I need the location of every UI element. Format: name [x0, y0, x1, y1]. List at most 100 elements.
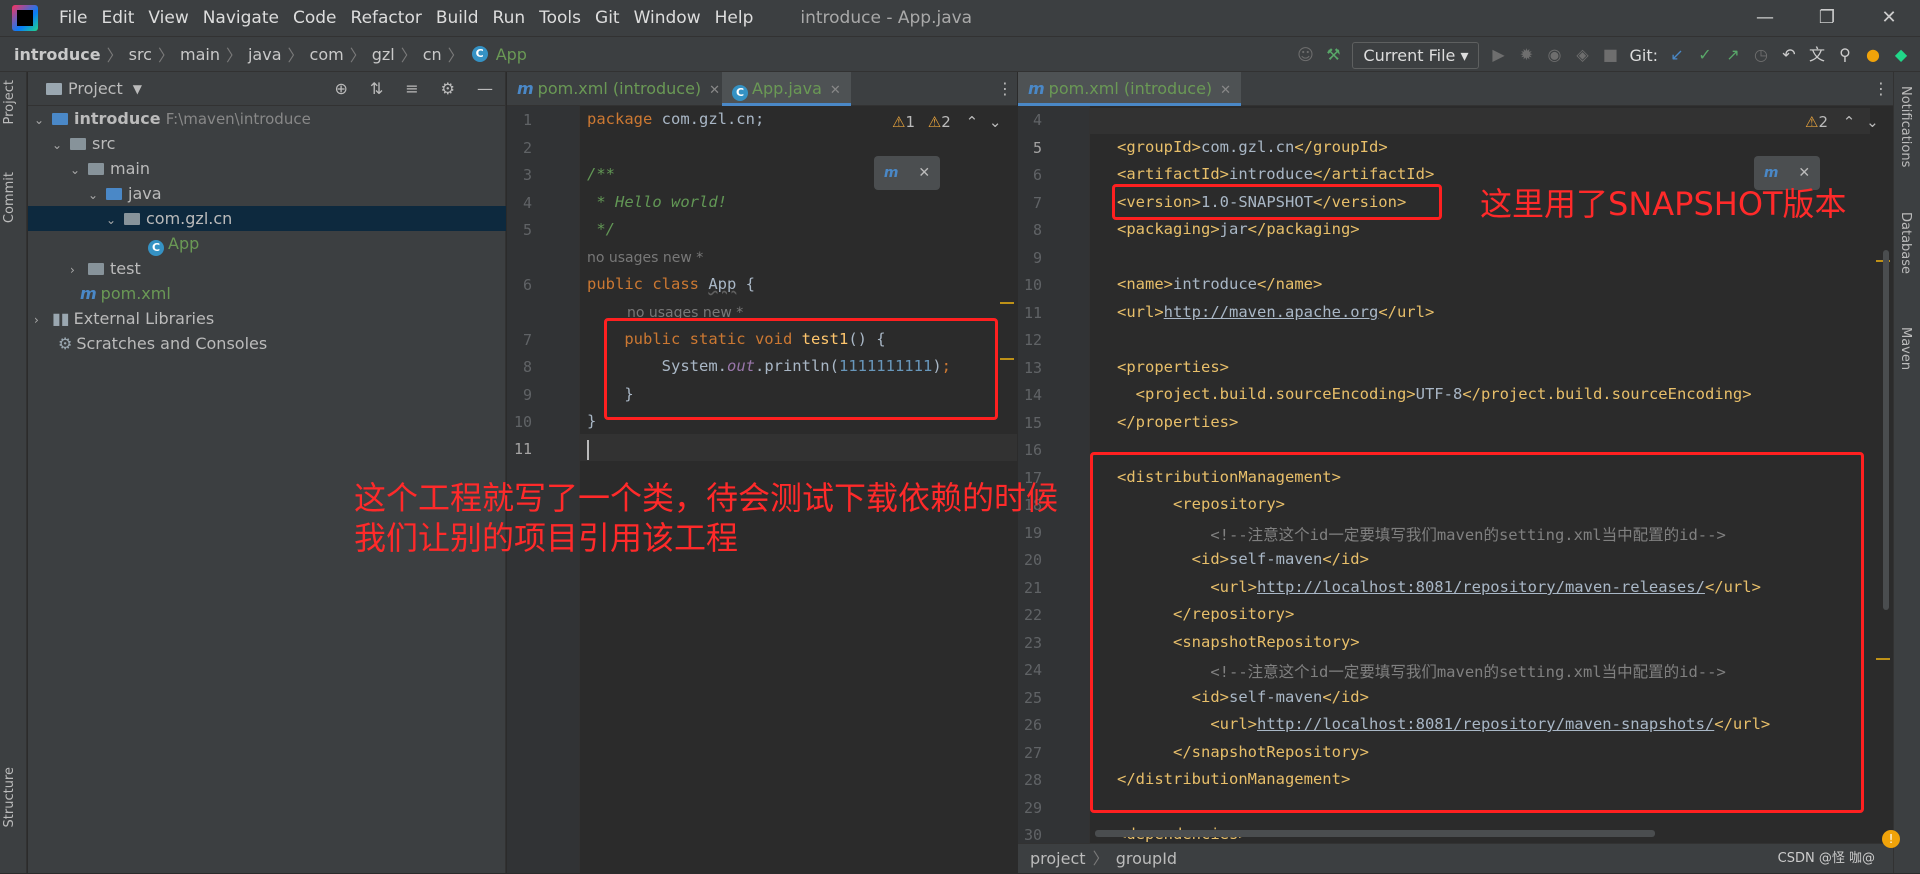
xml-breadcrumb-groupid[interactable]: groupId	[1116, 849, 1177, 868]
tree-item-java[interactable]: ⌄ java	[28, 181, 506, 206]
coverage-icon[interactable]: ◉	[1545, 46, 1563, 64]
run-icon[interactable]: ▶	[1489, 46, 1507, 64]
xml-breadcrumb-project[interactable]: project	[1030, 849, 1086, 868]
maven-reload-popup[interactable]: m ✕	[874, 156, 940, 190]
menu-refactor[interactable]: Refactor	[344, 8, 429, 28]
menu-run[interactable]: Run	[486, 8, 533, 28]
notifications-tool-tab[interactable]: Notifications	[1898, 86, 1913, 167]
database-tool-tab[interactable]: Database	[1898, 212, 1913, 274]
restore-icon[interactable]: ❐	[1796, 0, 1858, 36]
vertical-scrollbar[interactable]	[1883, 250, 1889, 610]
menu-tools[interactable]: Tools	[532, 8, 588, 28]
code-line: <packaging>jar</packaging>	[1117, 220, 1360, 238]
expand-all-icon[interactable]: ⇅	[370, 79, 383, 98]
maven-icon: m	[80, 284, 97, 303]
menu-file[interactable]: File	[52, 8, 94, 28]
notification-badge-icon[interactable]: !	[1882, 830, 1900, 848]
close-icon: ✕	[918, 165, 931, 181]
rollback-icon[interactable]: ↶	[1780, 46, 1798, 64]
tree-item-test[interactable]: › test	[28, 256, 506, 281]
warning-stripe[interactable]	[1000, 358, 1014, 360]
user-icon[interactable]: ☺	[1296, 46, 1314, 64]
breadcrumb-cn[interactable]: cn	[419, 45, 446, 64]
tab-pom-xml[interactable]: m pom.xml (introduce) ✕	[507, 72, 730, 106]
usage-hint[interactable]: no usages new *	[587, 250, 703, 266]
code-line: }	[587, 412, 597, 430]
maven-tool-tab[interactable]: Maven	[1898, 327, 1913, 370]
settings-gear-icon[interactable]: ⚙	[441, 79, 455, 98]
project-tool-tab[interactable]: Project	[2, 80, 17, 124]
method-highlight-box	[604, 318, 998, 420]
breadcrumb-com[interactable]: com	[306, 45, 348, 64]
maven-reload-icon: m	[1763, 165, 1779, 181]
breadcrumb-project[interactable]: introduce	[10, 45, 105, 64]
more-tabs-icon[interactable]: ⋮	[1863, 72, 1899, 106]
minimize-icon[interactable]: —	[1734, 0, 1796, 36]
commit-tool-tab[interactable]: Commit	[2, 172, 17, 223]
tab-pom-xml-right[interactable]: m pom.xml (introduce) ✕	[1018, 72, 1242, 106]
breadcrumb-java[interactable]: java	[244, 45, 286, 64]
git-commit-icon[interactable]: ✓	[1696, 46, 1714, 64]
collapse-all-icon[interactable]: ≡	[405, 79, 418, 98]
menu-window[interactable]: Window	[627, 8, 708, 28]
right-editor-tabs: m pom.xml (introduce) ✕ ⋮	[1018, 72, 1893, 106]
stop-icon[interactable]: ■	[1601, 46, 1619, 64]
chevron-down-icon[interactable]: ▼	[133, 82, 142, 96]
menu-build[interactable]: Build	[429, 8, 486, 28]
tab-app-java[interactable]: C App.java ✕	[722, 72, 851, 106]
project-panel-title[interactable]: Project	[68, 79, 123, 98]
code-line: <properties>	[1117, 358, 1229, 376]
breadcrumb-src[interactable]: src	[125, 45, 156, 64]
line-number: 8	[1032, 221, 1042, 239]
tree-item-main[interactable]: ⌄ main	[28, 156, 506, 181]
line-number: 5	[522, 221, 532, 239]
horizontal-scrollbar[interactable]	[1095, 830, 1655, 837]
line-number: 26	[1023, 716, 1042, 734]
warning-icon: ⚠	[892, 113, 906, 131]
line-number: 9	[522, 386, 532, 404]
navigation-bar: introduce 〉 src 〉 main 〉 java 〉 com 〉 gzl 〉 cn…	[0, 36, 1920, 72]
structure-tool-tab[interactable]: Structure	[2, 767, 17, 827]
menu-view[interactable]: View	[141, 8, 195, 28]
menu-code[interactable]: Code	[286, 8, 344, 28]
warning-stripe[interactable]	[1000, 302, 1014, 304]
breadcrumb-gzl[interactable]: gzl	[368, 45, 399, 64]
translate-icon[interactable]: 文	[1808, 46, 1826, 64]
warning-stripe[interactable]	[1876, 658, 1890, 660]
profile-icon[interactable]: ◈	[1573, 46, 1591, 64]
breadcrumb-main[interactable]: main	[176, 45, 224, 64]
tree-item-package[interactable]: ⌄ com.gzl.cn	[28, 206, 506, 231]
tree-item-pom[interactable]: m pom.xml	[28, 281, 506, 306]
line-number: 30	[1023, 826, 1042, 844]
git-push-icon[interactable]: ↗	[1724, 46, 1742, 64]
menu-navigate[interactable]: Navigate	[196, 8, 286, 28]
locate-icon[interactable]: ⊕	[334, 79, 347, 98]
project-view-icon	[46, 82, 62, 95]
inspection-widget[interactable]: ⚠1 ⚠2 ⌃ ⌄	[892, 113, 1002, 131]
run-config-select[interactable]: Current File ▾	[1352, 41, 1480, 69]
hide-icon[interactable]: —	[477, 79, 493, 98]
inspection-widget-right[interactable]: ⚠2 ⌃ ⌄	[1805, 113, 1879, 131]
line-number: 10	[1023, 276, 1042, 294]
build-hammer-icon[interactable]: ⚒	[1324, 46, 1342, 64]
line-number: 19	[1023, 523, 1042, 542]
menu-git[interactable]: Git	[588, 8, 627, 28]
breadcrumb-app[interactable]: App	[492, 45, 531, 64]
tree-item-introduce[interactable]: ⌄ introduce F:\maven\introduce	[28, 106, 506, 131]
tree-item-src[interactable]: ⌄ src	[28, 131, 506, 156]
tree-item-app[interactable]: C App	[28, 231, 506, 256]
menu-help[interactable]: Help	[708, 8, 761, 28]
menu-edit[interactable]: Edit	[94, 8, 141, 28]
toolbox-icon[interactable]: ◆	[1892, 46, 1910, 64]
history-icon[interactable]: ◷	[1752, 46, 1770, 64]
search-icon[interactable]: ⚲	[1836, 46, 1854, 64]
tree-item-external-libraries[interactable]: › ▮▮ External Libraries	[28, 306, 506, 331]
debug-icon[interactable]: ✹	[1517, 46, 1535, 64]
chevron-down-icon: ⌄	[988, 113, 1002, 131]
close-icon[interactable]: ✕	[1858, 0, 1920, 36]
code-line: <artifactId>introduce</artifactId>	[1117, 165, 1435, 183]
git-update-icon[interactable]: ↙	[1668, 46, 1686, 64]
snapshot-annotation: 这里用了SNAPSHOT版本	[1480, 185, 1847, 223]
tree-item-scratches[interactable]: ⚙ Scratches and Consoles	[28, 331, 506, 356]
update-icon[interactable]: ●	[1864, 46, 1882, 64]
